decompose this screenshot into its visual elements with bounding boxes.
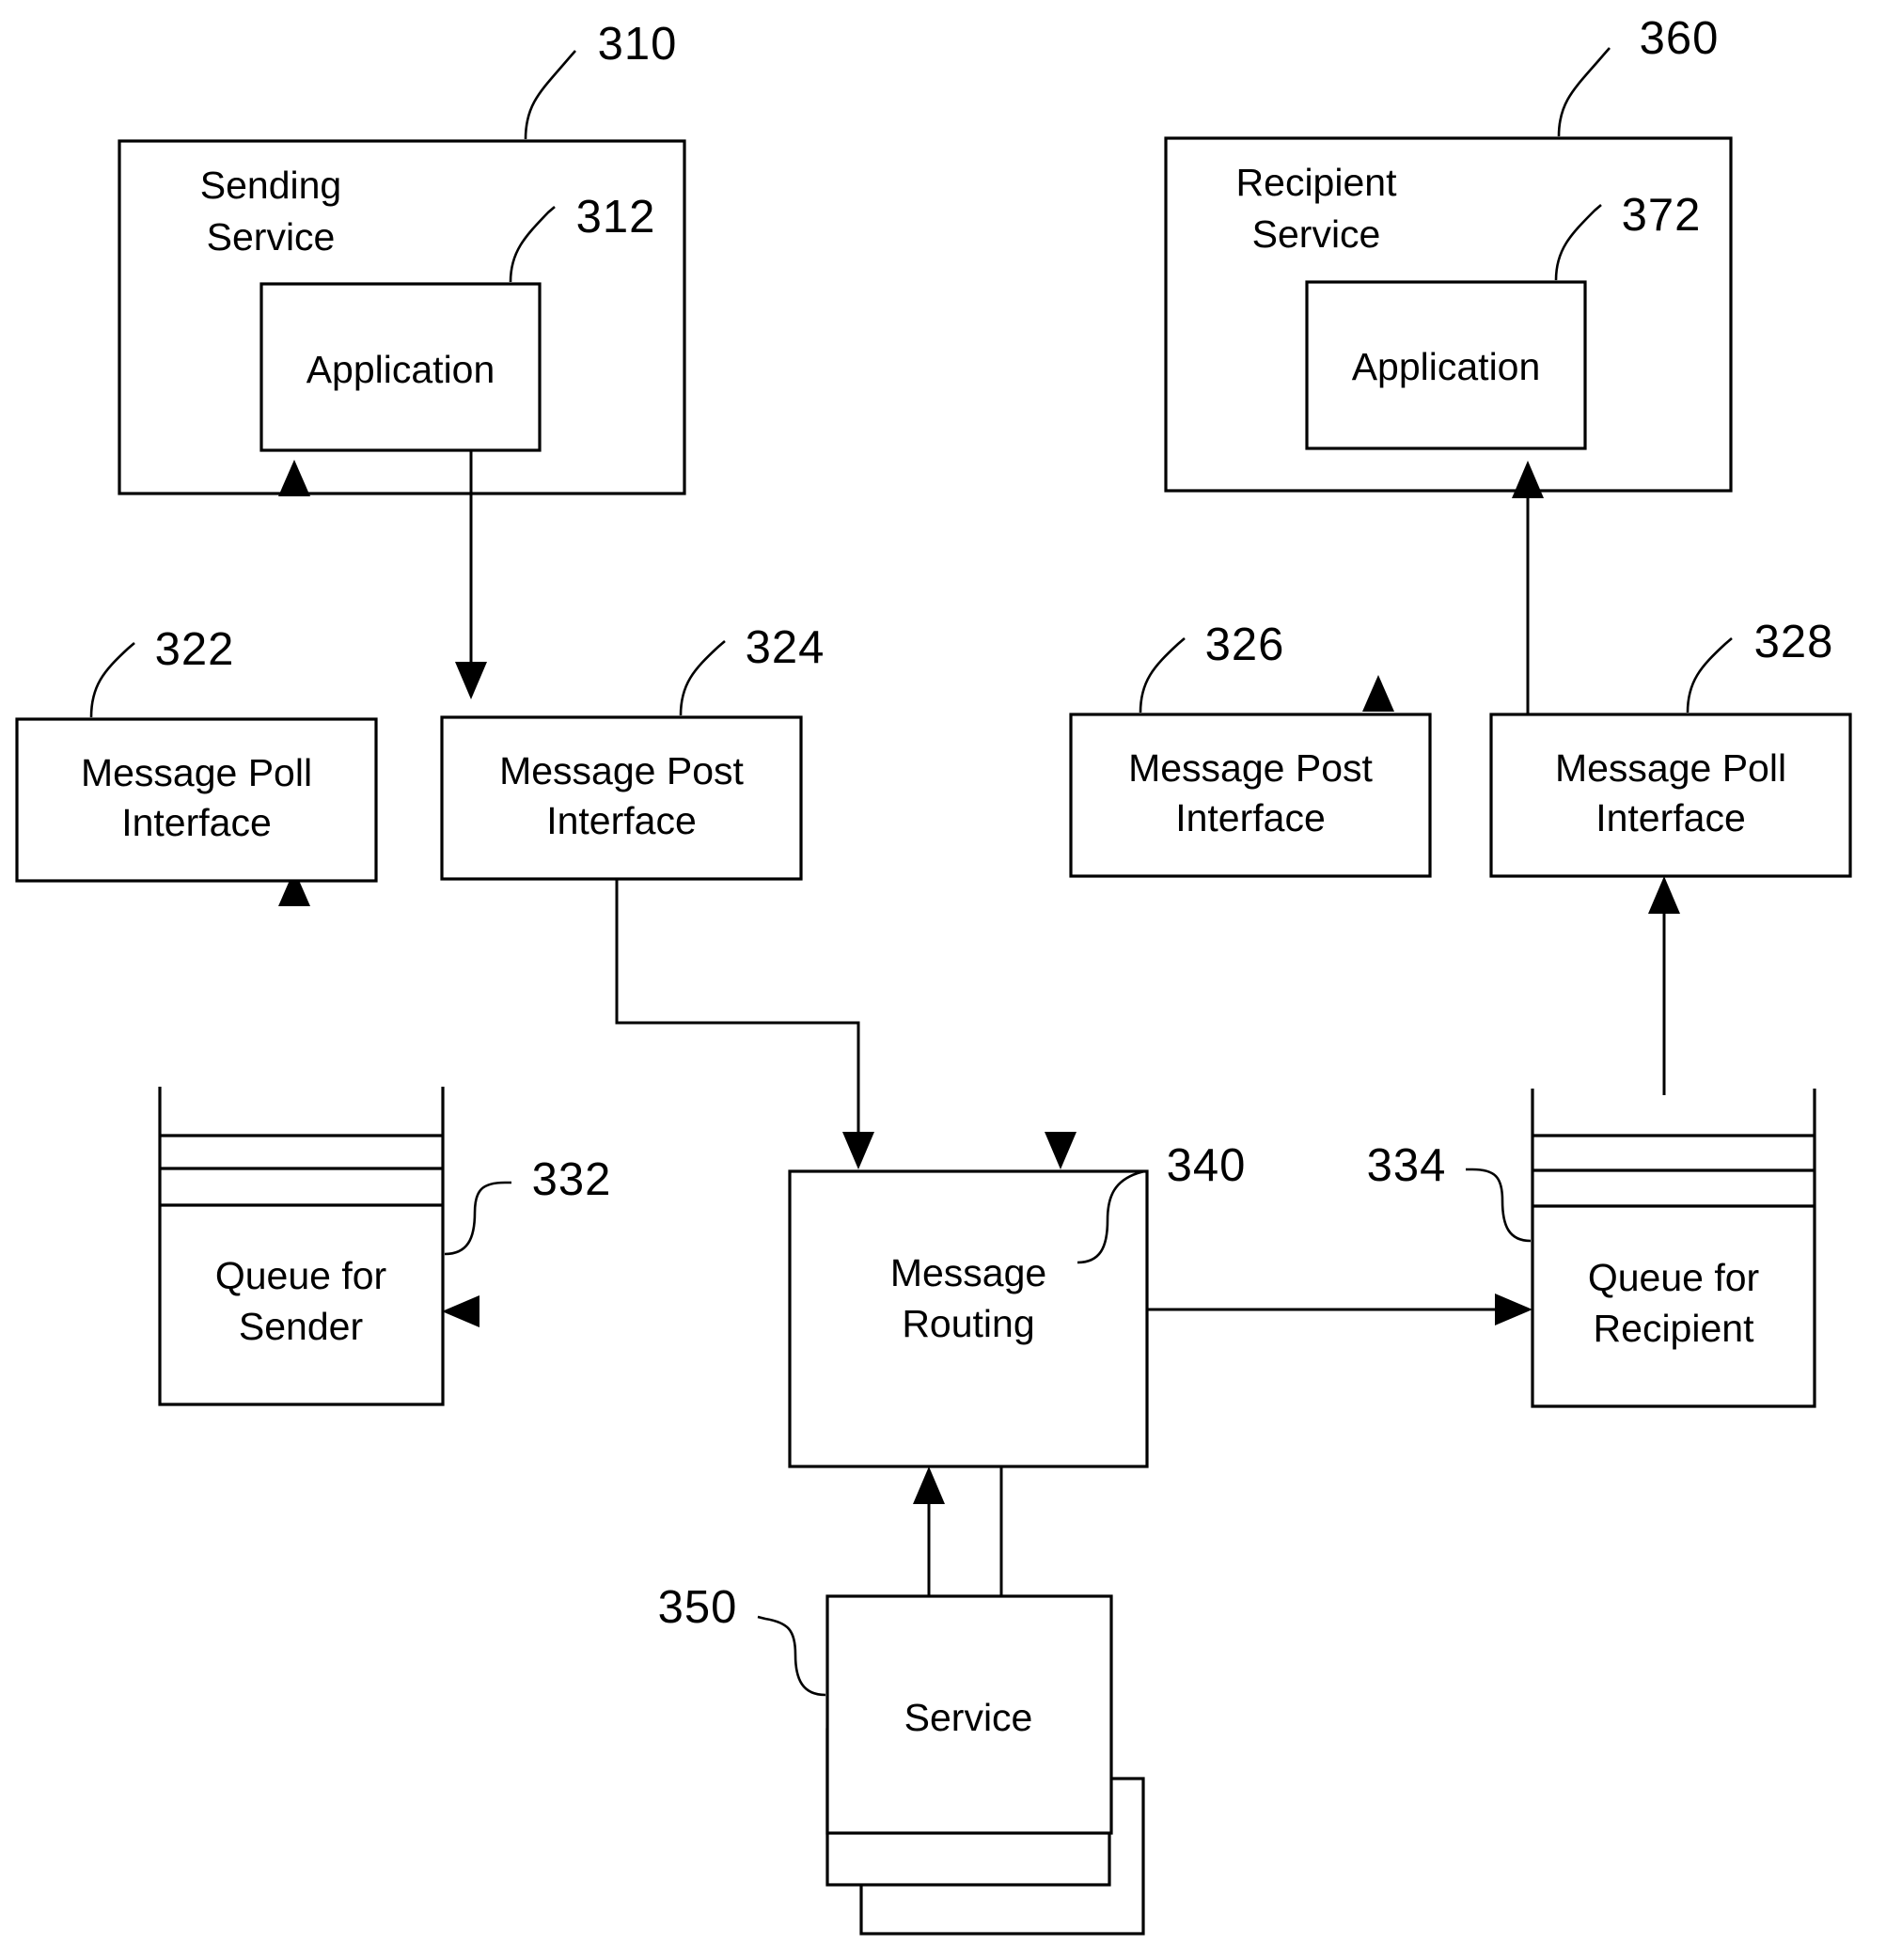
- ref-numeral-312: 312: [576, 192, 656, 243]
- ref-numeral-334: 334: [1367, 1140, 1447, 1191]
- sender-message-post-label-line1: Message Post: [499, 749, 744, 792]
- node-recipient-message-poll-interface: Message Poll Interface 328: [1489, 617, 1852, 878]
- ref-numeral-332: 332: [532, 1154, 612, 1205]
- leader-line-360: [1557, 47, 1611, 137]
- recipient-service-label-line1: Recipient: [1236, 161, 1398, 204]
- arrowhead-down-icon-routing: [842, 1132, 874, 1169]
- sender-message-post-label-line2: Interface: [546, 799, 697, 842]
- recipient-message-post-label-line1: Message Post: [1128, 746, 1373, 790]
- sending-application-label: Application: [306, 348, 495, 391]
- arrowhead-left-icon-sender-queue: [442, 1295, 479, 1327]
- service-label: Service: [904, 1696, 1033, 1739]
- node-sender-message-post-interface: Message Post Interface 324: [440, 622, 825, 881]
- node-message-routing: Message Routing 340: [788, 1132, 1247, 1468]
- leader-line-310: [524, 50, 576, 140]
- queue-for-recipient-label-line1: Queue for: [1588, 1256, 1759, 1299]
- arrowhead-down-icon-326: [1362, 675, 1394, 712]
- leader-line-334: [1466, 1168, 1532, 1243]
- leader-line-328: [1686, 637, 1733, 713]
- arrowhead-right-icon-recipient-queue: [1495, 1294, 1532, 1325]
- ref-numeral-328: 328: [1754, 617, 1834, 667]
- ref-numeral-310: 310: [598, 19, 678, 70]
- leader-line-332: [444, 1181, 511, 1256]
- patent-figure: Sending Service 310 Application 312 Reci…: [0, 0, 1886, 1960]
- sender-message-poll-label-line2: Interface: [121, 801, 272, 844]
- arrowhead-up-icon-service: [913, 1466, 945, 1504]
- connector-recipient-queue-to-poll: [1648, 876, 1680, 1095]
- recipient-application-label: Application: [1352, 345, 1541, 388]
- ref-numeral-350: 350: [658, 1582, 738, 1633]
- ref-numeral-372: 372: [1622, 190, 1702, 241]
- leader-line-350: [757, 1615, 826, 1697]
- recipient-message-post-label-line2: Interface: [1175, 796, 1326, 839]
- node-queue-for-sender: Queue for Sender 332: [158, 1087, 612, 1406]
- connector-recipient-poll-to-application: [1512, 461, 1544, 714]
- leader-line-326: [1139, 637, 1186, 713]
- leader-line-322: [89, 642, 135, 718]
- recipient-service-label-line2: Service: [1252, 212, 1381, 256]
- ref-numeral-322: 322: [155, 624, 235, 675]
- sending-service-label-line1: Sending: [200, 164, 341, 207]
- queue-for-sender-label-line1: Queue for: [215, 1254, 386, 1297]
- node-queue-for-recipient: Queue for Recipient 334: [1367, 1089, 1816, 1408]
- ref-numeral-326: 326: [1205, 619, 1285, 670]
- connector-routing-to-recipient-queue: [1147, 1294, 1532, 1325]
- ref-numeral-360: 360: [1640, 13, 1720, 64]
- node-recipient-message-post-interface: Message Post Interface 326: [1069, 619, 1432, 878]
- arrowhead-up-icon-queue: [1648, 876, 1680, 914]
- leader-line-324: [679, 640, 726, 716]
- queue-for-sender-label-line2: Sender: [239, 1305, 363, 1348]
- diagram-canvas: Sending Service 310 Application 312 Reci…: [15, 13, 1852, 1936]
- connector-elbow-path: [615, 879, 860, 1142]
- node-sender-message-poll-interface: Message Poll Interface 322: [15, 624, 378, 883]
- arrowhead-down-icon-326-into-routing: [1045, 1132, 1077, 1169]
- message-routing-label-line2: Routing: [902, 1302, 1034, 1345]
- message-routing-label-line1: Message: [890, 1251, 1046, 1294]
- node-service: Service 350: [658, 1582, 1145, 1936]
- queue-for-recipient-label-line2: Recipient: [1594, 1307, 1755, 1350]
- recipient-message-poll-label-line1: Message Poll: [1555, 746, 1786, 790]
- ref-numeral-340: 340: [1167, 1140, 1247, 1191]
- recipient-message-poll-label-line2: Interface: [1595, 796, 1746, 839]
- connector-post-interface-to-routing: [615, 879, 874, 1169]
- arrowhead-down-icon: [455, 662, 487, 699]
- sender-message-poll-label-line1: Message Poll: [81, 751, 312, 794]
- ref-numeral-324: 324: [746, 622, 825, 673]
- sending-service-label-line2: Service: [207, 215, 336, 259]
